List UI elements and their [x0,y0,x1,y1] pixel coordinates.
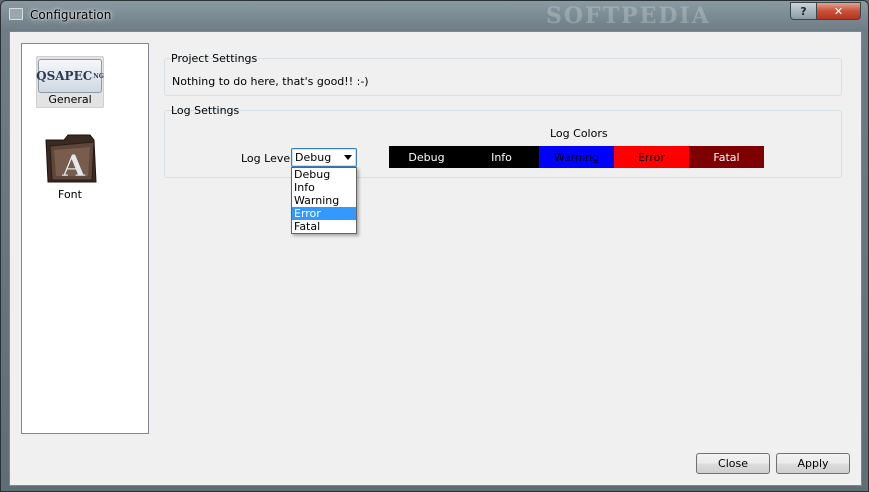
log-color-info[interactable]: Info [464,146,539,168]
sidebar-item-label: Font [58,188,82,201]
configuration-window: Configuration SOFTPEDIA ? ✕ QSAPEC NG Gen… [0,0,869,492]
log-level-select[interactable]: Debug [291,148,357,167]
log-color-fatal[interactable]: Fatal [689,146,764,168]
svg-text:A: A [61,149,86,184]
dropdown-option-error[interactable]: Error [292,207,356,220]
log-level-label: Log Level: [241,152,297,165]
log-color-debug[interactable]: Debug [389,146,464,168]
logo-superscript: NG [93,72,104,80]
caption-buttons: ? ✕ [790,2,861,20]
watermark: SOFTPEDIA [546,3,711,29]
logo-text: QSAPEC [36,69,93,83]
sidebar-item-font[interactable]: A Font [36,124,104,208]
title-bar[interactable]: Configuration SOFTPEDIA ? ✕ [1,1,868,29]
sidebar-item-general[interactable]: QSAPEC NG General [36,56,104,108]
dropdown-option-debug[interactable]: Debug [292,168,356,181]
chevron-down-icon [344,155,352,160]
dropdown-option-info[interactable]: Info [292,181,356,194]
log-color-warning[interactable]: Warning [539,146,614,168]
category-sidebar: QSAPEC NG General A Font [21,43,149,434]
log-color-error[interactable]: Error [614,146,689,168]
qsapecng-logo-icon: QSAPEC NG [36,59,104,93]
dropdown-option-warning[interactable]: Warning [292,194,356,207]
project-settings-title: Project Settings [171,52,258,65]
project-settings-message: Nothing to do here, that's good!! :-) [172,75,369,88]
close-button[interactable]: Close [696,453,770,474]
log-settings-title: Log Settings [171,104,240,117]
dialog-body: QSAPEC NG General A Font Project Settings… [9,31,862,486]
app-icon[interactable] [9,8,23,20]
sidebar-item-label: General [48,93,92,106]
font-folder-icon: A [45,134,97,184]
dropdown-option-fatal[interactable]: Fatal [292,220,356,233]
log-colors-label: Log Colors [550,127,608,140]
help-button[interactable]: ? [790,2,817,20]
window-title: Configuration [30,8,112,22]
log-level-dropdown-list: Debug Info Warning Error Fatal [291,167,357,234]
close-window-button[interactable]: ✕ [817,2,861,20]
log-level-value: Debug [295,151,332,164]
apply-button[interactable]: Apply [776,453,850,474]
